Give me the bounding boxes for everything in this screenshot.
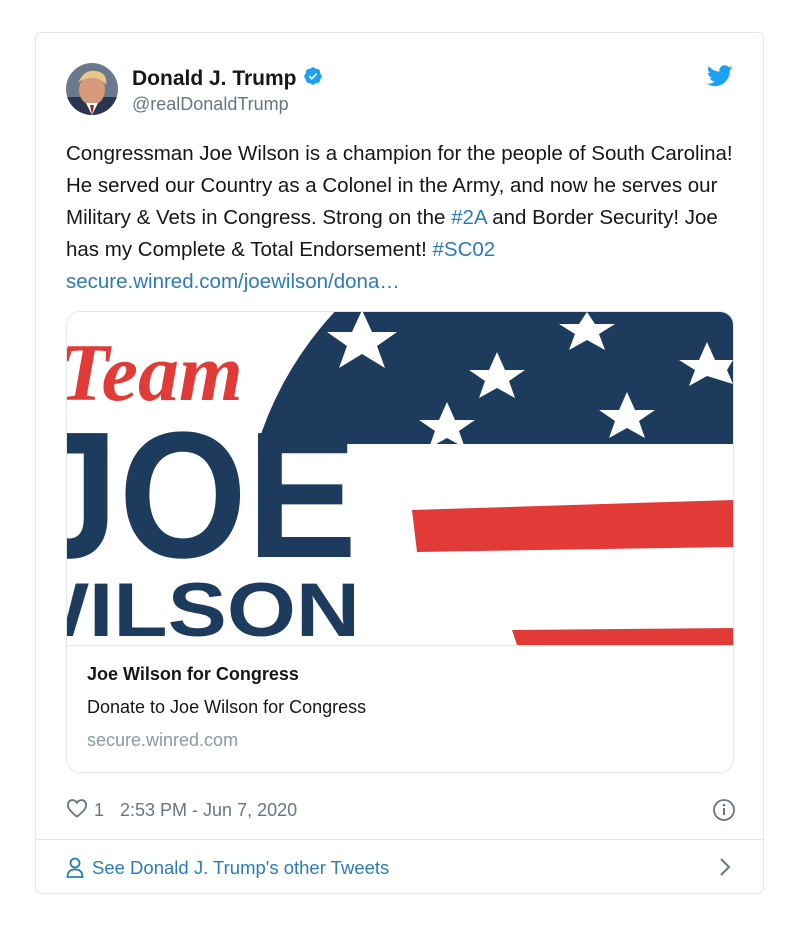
donation-url-link[interactable]: secure.winred.com/joewilson/dona… [66,270,400,293]
card-description: Donate to Joe Wilson for Congress [87,697,367,717]
card-title: Joe Wilson for Congress [87,664,299,684]
person-icon [66,857,84,879]
hashtag-sc02-link[interactable]: #SC02 [433,238,496,261]
see-other-tweets-link[interactable]: See Donald J. Trump's other Tweets [66,851,736,885]
team-joe-wilson-banner-image: Team JOE WILSON [67,312,733,645]
divider [36,839,763,840]
like-button[interactable]: 1 [66,798,104,823]
author-handle[interactable]: @realDonaldTrump [132,94,289,115]
see-other-tweets-label[interactable]: See Donald J. Trump's other Tweets [92,857,389,879]
avatar[interactable] [66,63,118,115]
tweet-timestamp[interactable]: 2:53 PM - Jun 7, 2020 [120,800,297,821]
banner-wilson-text: WILSON [67,568,360,645]
chevron-right-icon[interactable] [719,857,731,882]
link-preview-card[interactable]: Team JOE WILSON Joe Wilson for Congress … [66,311,734,773]
verified-badge-icon [303,66,323,92]
heart-icon [66,798,88,823]
tweet-footer: 1 2:53 PM - Jun 7, 2020 [66,793,736,827]
tweet-embed: Donald J. Trump @realDonaldTrump Congres… [35,32,764,894]
hashtag-2a-link[interactable]: #2A [451,206,486,229]
tweet-text: Congressman Joe Wilson is a champion for… [66,138,736,298]
twitter-bird-icon[interactable] [706,65,733,92]
banner-joe-text: JOE [67,395,357,596]
like-count: 1 [94,799,105,820]
card-domain: secure.winred.com [87,730,239,750]
author-name[interactable]: Donald J. Trump [132,66,323,92]
info-icon[interactable] [712,798,736,827]
link-preview-meta: Joe Wilson for Congress Donate to Joe Wi… [67,645,733,772]
